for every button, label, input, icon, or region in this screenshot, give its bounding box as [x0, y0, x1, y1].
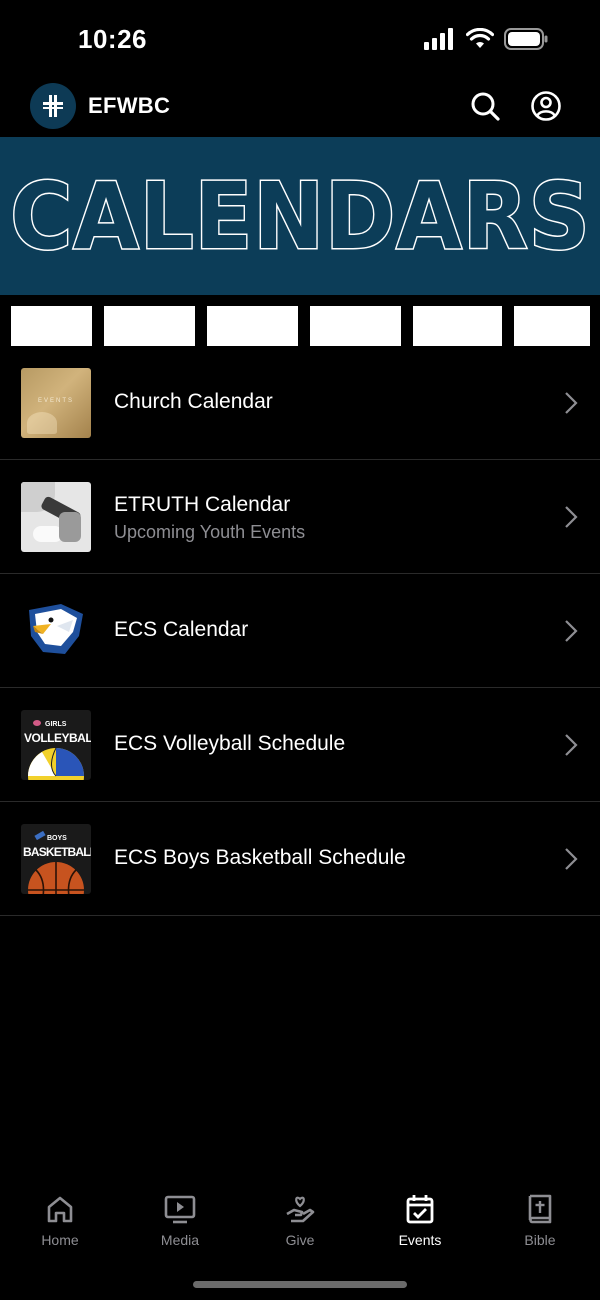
basketball-thumbnail: BOYS BASKETBALL: [21, 824, 91, 894]
tab-events[interactable]: Events: [360, 1180, 480, 1260]
app-name: EFWBC: [88, 93, 171, 118]
calendars-banner: CALENDARS: [0, 137, 600, 295]
status-icons: [424, 28, 548, 50]
tab-bible[interactable]: Bible: [480, 1180, 600, 1260]
basketball-icon: [28, 862, 84, 894]
list-item-ecs-volleyball[interactable]: GIRLS VOLLEYBALL ECS Volleyball Schedule: [0, 688, 600, 802]
chevron-right-icon: [565, 620, 578, 642]
calendar-list: EVENTS Church Calendar ETRUTH Calendar U…: [0, 346, 600, 916]
list-item-church-calendar[interactable]: EVENTS Church Calendar: [0, 346, 600, 460]
list-item-subtitle: Upcoming Youth Events: [114, 522, 306, 542]
chevron-right-icon: [565, 848, 578, 870]
thumbnail-label: BOYS: [47, 835, 67, 842]
wifi-icon: [466, 28, 494, 48]
filter-chip[interactable]: [207, 306, 298, 346]
tab-give[interactable]: Give: [240, 1180, 360, 1260]
list-item-etruth-calendar[interactable]: ETRUTH Calendar Upcoming Youth Events: [0, 460, 600, 574]
filter-chip[interactable]: [310, 306, 401, 346]
give-icon: [286, 1196, 315, 1223]
media-icon: [164, 1195, 196, 1224]
tab-label: Bible: [524, 1232, 556, 1248]
home-icon: [47, 1196, 73, 1223]
list-item-title: ECS Volleyball Schedule: [114, 732, 346, 755]
bible-icon: [528, 1194, 552, 1224]
thumbnail-label: GIRLS: [45, 721, 67, 728]
status-bar: 10:26: [0, 0, 600, 80]
status-time: 10:26: [78, 24, 147, 54]
home-indicator[interactable]: [193, 1281, 407, 1288]
filter-chip-strip: [0, 306, 600, 346]
volleyball-icon: [28, 747, 84, 780]
app-header: EFWBC: [0, 80, 600, 136]
thumbnail-label: BASKETBALL: [23, 845, 91, 859]
tab-media[interactable]: Media: [120, 1180, 240, 1260]
events-photo-thumbnail: EVENTS: [21, 368, 91, 438]
search-icon[interactable]: [469, 90, 501, 122]
eagle-icon: [29, 604, 83, 654]
chevron-right-icon: [565, 392, 578, 414]
filter-chip[interactable]: [413, 306, 502, 346]
events-icon: [406, 1195, 434, 1224]
battery-icon: [504, 28, 548, 50]
youth-photo-thumbnail: [21, 482, 91, 552]
filter-chip[interactable]: [11, 306, 92, 346]
tab-label: Give: [285, 1232, 315, 1248]
list-item-ecs-basketball[interactable]: BOYS BASKETBALL ECS Boys Basketball Sche…: [0, 802, 600, 916]
tab-home[interactable]: Home: [0, 1180, 120, 1260]
list-item-title: ECS Calendar: [114, 618, 249, 641]
profile-icon[interactable]: [530, 90, 562, 122]
list-item-title: Church Calendar: [114, 390, 273, 413]
church-logo[interactable]: [30, 83, 76, 129]
filter-chip[interactable]: [104, 306, 195, 346]
thumbnail-label: VOLLEYBALL: [24, 731, 91, 745]
tab-label: Home: [41, 1232, 79, 1248]
tab-label: Events: [398, 1232, 442, 1248]
banner-title: CALENDARS: [8, 161, 591, 271]
list-item-title: ETRUTH Calendar: [114, 493, 291, 516]
tab-label: Media: [160, 1232, 200, 1248]
cellular-signal-icon: [424, 28, 453, 50]
volleyball-thumbnail: GIRLS VOLLEYBALL: [21, 710, 91, 780]
eagle-logo-thumbnail: [21, 596, 91, 666]
chevron-right-icon: [565, 734, 578, 756]
list-item-title: ECS Boys Basketball Schedule: [114, 846, 406, 869]
chevron-right-icon: [565, 506, 578, 528]
cross-logo-icon: [43, 95, 63, 117]
filter-chip[interactable]: [514, 306, 590, 346]
thumbnail-label: EVENTS: [37, 398, 74, 404]
bottom-tab-bar: Home Media Give Events Bible: [0, 1180, 600, 1260]
list-item-ecs-calendar[interactable]: ECS Calendar: [0, 574, 600, 688]
